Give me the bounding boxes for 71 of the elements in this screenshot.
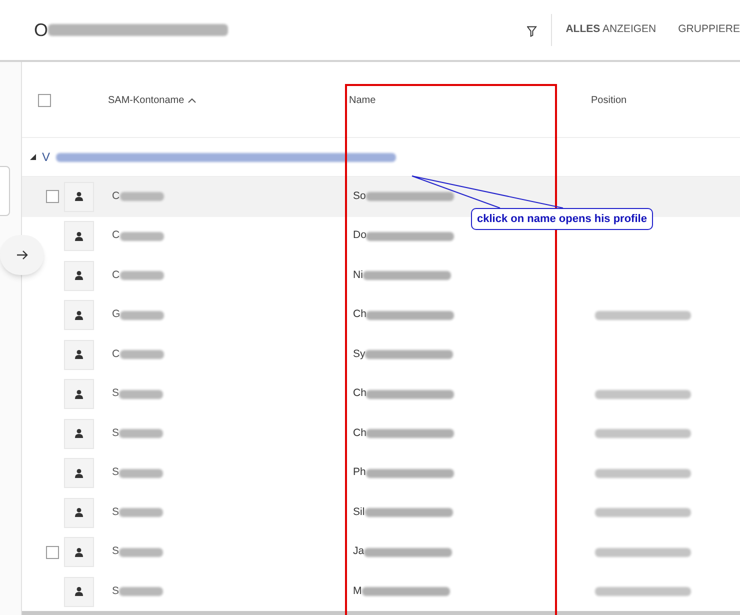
person-icon	[75, 508, 83, 518]
name-link[interactable]: Sil	[353, 504, 365, 521]
name-link[interactable]: Ch	[353, 426, 366, 442]
person-icon	[75, 587, 83, 596]
blurred-text	[120, 310, 164, 320]
toolbar-button[interactable]: ALLES ANZEIGEN	[566, 22, 656, 38]
table-cell-text: C	[112, 188, 120, 204]
name-link[interactable]: Ni	[353, 268, 363, 284]
filter-icon[interactable]	[527, 26, 537, 36]
avatar-button[interactable]	[64, 458, 94, 488]
avatar-button[interactable]	[64, 182, 94, 212]
collapse-icon[interactable]	[30, 154, 36, 160]
blurred-text	[119, 508, 164, 518]
avatar-button[interactable]	[64, 300, 94, 330]
column-header[interactable]: Name	[349, 93, 376, 108]
blurred-text	[119, 548, 164, 557]
table-cell-text: C	[112, 228, 120, 244]
avatar-button[interactable]	[64, 260, 94, 291]
avatar-button[interactable]	[64, 498, 94, 528]
person-icon	[75, 468, 83, 478]
name-link[interactable]: Do	[353, 228, 366, 244]
select-all-checkbox[interactable]	[38, 94, 51, 107]
avatar-button[interactable]	[64, 576, 94, 607]
table-cell-text: C	[112, 268, 120, 283]
avatar-button[interactable]	[64, 221, 94, 252]
blurred-text	[119, 468, 164, 478]
column-header[interactable]: SAM-Kontoname	[108, 93, 196, 108]
blurred-text	[119, 390, 164, 399]
callout-note: cklick on name opens his profile	[471, 208, 653, 230]
name-link[interactable]: Ch	[353, 386, 366, 402]
table-cell-text: S	[112, 426, 120, 441]
blurred-text	[120, 192, 164, 202]
input-field[interactable]	[0, 166, 10, 216]
blurred-text	[119, 587, 164, 596]
avatar-button[interactable]	[64, 418, 94, 449]
name-link[interactable]: Ja	[353, 544, 364, 560]
avatar-button[interactable]	[64, 340, 94, 370]
blurred-text	[120, 232, 164, 241]
group-link[interactable]: V	[42, 148, 50, 166]
avatar-button[interactable]	[64, 379, 94, 410]
toolbar-button[interactable]: GRUPPIERE	[678, 22, 740, 38]
person-icon	[75, 232, 83, 241]
column-header[interactable]: Position	[591, 93, 627, 108]
horizontal-scrollbar[interactable]	[22, 611, 740, 615]
name-link[interactable]: M	[353, 584, 362, 600]
name-link[interactable]: Ph	[353, 465, 366, 482]
table-cell-text: S	[112, 465, 120, 480]
table-cell-text: C	[112, 346, 120, 362]
name-link[interactable]: Ch	[353, 307, 366, 324]
page-title: O	[34, 18, 48, 42]
table-cell-text: S	[112, 544, 120, 560]
name-link[interactable]: Sy	[353, 346, 366, 363]
table-cell-text: S	[112, 584, 120, 599]
name-link[interactable]: So	[353, 188, 366, 205]
person-icon	[75, 390, 83, 399]
person-icon	[75, 350, 83, 360]
row-checkbox[interactable]	[46, 190, 59, 204]
arrow-right-icon	[16, 250, 28, 260]
blurred-text	[119, 429, 164, 438]
blurred-text	[120, 350, 164, 360]
person-icon	[75, 310, 83, 320]
table-cell-text: G	[112, 307, 120, 322]
table-cell-text: S	[112, 504, 120, 520]
avatar-button[interactable]	[64, 537, 94, 568]
person-icon	[75, 192, 83, 202]
person-icon	[75, 271, 83, 280]
table-cell-text: S	[112, 386, 120, 402]
blurred-text	[120, 271, 164, 280]
row-checkbox[interactable]	[46, 546, 59, 559]
person-icon	[75, 548, 83, 557]
person-icon	[75, 429, 83, 438]
